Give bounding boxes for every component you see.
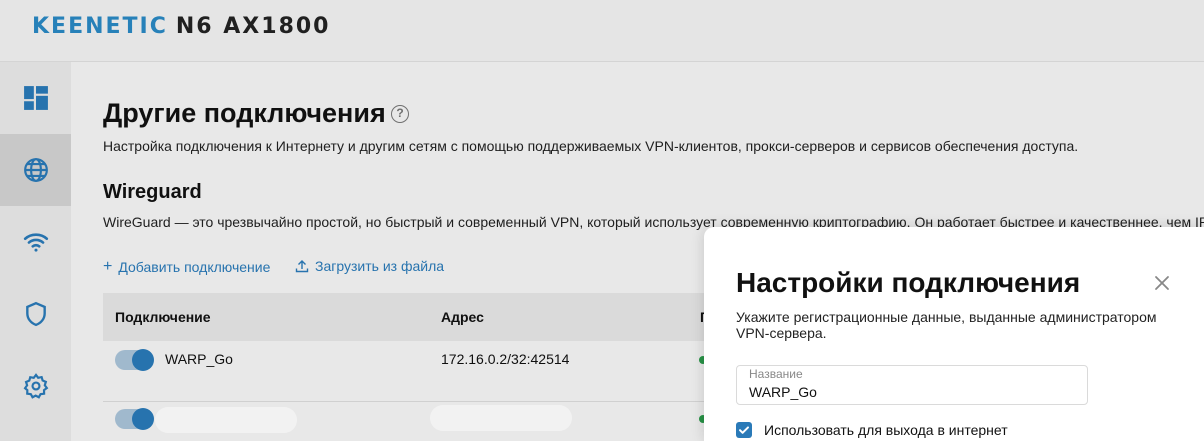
internet-exit-checkbox[interactable] bbox=[736, 422, 752, 438]
toggle-knob bbox=[132, 349, 154, 371]
redacted-connection-address bbox=[430, 405, 572, 431]
name-field[interactable]: Название bbox=[736, 365, 1088, 405]
connection-toggle[interactable] bbox=[115, 349, 154, 371]
add-connection-label: Добавить подключение bbox=[118, 259, 271, 275]
connection-address: 172.16.0.2/32:42514 bbox=[441, 351, 570, 367]
internet-exit-checkbox-label[interactable]: Использовать для выхода в интернет bbox=[764, 422, 1008, 438]
add-connection-button[interactable]: + Добавить подключение bbox=[103, 258, 270, 276]
connection-toggle[interactable] bbox=[115, 408, 154, 430]
dashboard-icon bbox=[23, 86, 48, 110]
close-icon[interactable] bbox=[1152, 273, 1172, 293]
name-field-label: Название bbox=[749, 367, 803, 381]
brand-logo: KEENETIC N6 AX1800 bbox=[32, 14, 331, 39]
redacted-connection-name bbox=[155, 407, 297, 433]
wifi-icon bbox=[23, 233, 48, 252]
dialog-title: Настройки подключения bbox=[736, 267, 1081, 298]
plus-icon: + bbox=[103, 258, 113, 275]
connection-settings-dialog: Настройки подключения Укажите регистраци… bbox=[704, 227, 1204, 441]
upload-icon bbox=[295, 260, 309, 273]
toggle-knob bbox=[132, 408, 154, 430]
dialog-description: Укажите регистрационные данные, выданные… bbox=[736, 309, 1157, 341]
checkmark-icon bbox=[739, 426, 749, 434]
help-icon[interactable]: ? bbox=[391, 105, 409, 123]
upload-file-label: Загрузить из файла bbox=[315, 258, 445, 274]
upload-file-button[interactable]: Загрузить из файла bbox=[295, 258, 444, 274]
name-input[interactable] bbox=[749, 384, 1079, 400]
sidebar bbox=[0, 62, 71, 441]
brand-model: N6 AX1800 bbox=[175, 14, 331, 39]
sidebar-item-internet[interactable] bbox=[0, 134, 71, 206]
sidebar-item-security[interactable] bbox=[0, 278, 71, 350]
globe-icon bbox=[23, 158, 48, 182]
sidebar-item-wifi[interactable] bbox=[0, 206, 71, 278]
top-bar: KEENETIC N6 AX1800 bbox=[0, 0, 1204, 62]
page-title: Другие подключения bbox=[103, 98, 386, 128]
column-header-address[interactable]: Адрес bbox=[441, 309, 484, 325]
gear-icon bbox=[23, 373, 48, 399]
page-description: Настройка подключения к Интернету и друг… bbox=[103, 138, 1079, 154]
shield-icon bbox=[25, 301, 46, 327]
sidebar-item-dashboard[interactable] bbox=[0, 62, 71, 134]
brand-name: KEENETIC bbox=[32, 14, 168, 39]
column-header-connection[interactable]: Подключение bbox=[115, 309, 211, 325]
section-title: Wireguard bbox=[103, 181, 202, 203]
connection-name[interactable]: WARP_Go bbox=[165, 351, 233, 367]
sidebar-item-settings[interactable] bbox=[0, 350, 71, 422]
